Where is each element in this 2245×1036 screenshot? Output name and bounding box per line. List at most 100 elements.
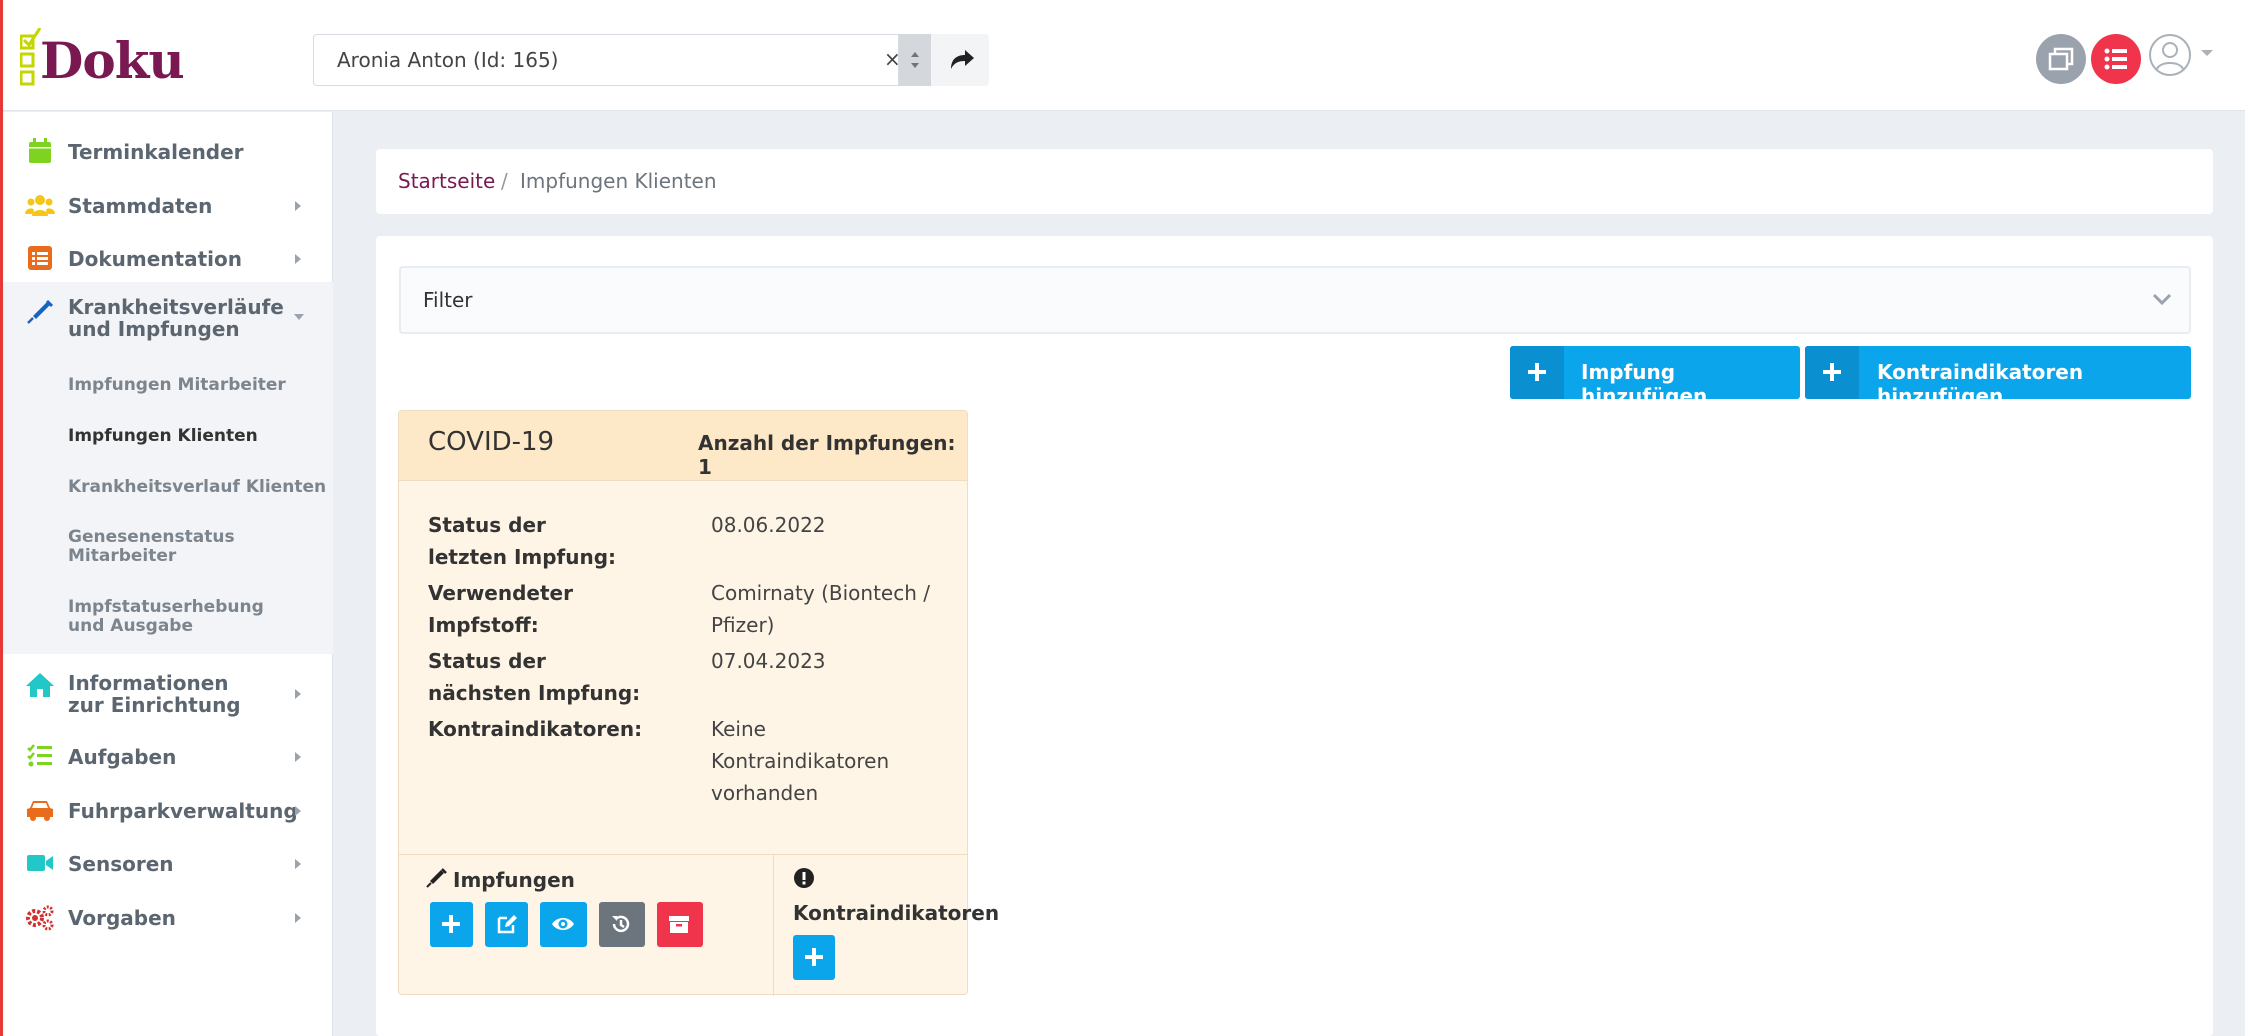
- task-list-button[interactable]: [2091, 34, 2141, 84]
- sidebar-subitem-impfstatuserhebung[interactable]: Impfstatuserhebung und Ausgabe: [68, 598, 288, 636]
- caret-down-icon: [294, 314, 304, 320]
- last-vaccination-label: Status der letzten Impfung:: [428, 513, 617, 569]
- plus-icon: [442, 915, 460, 933]
- history-button[interactable]: [599, 902, 645, 947]
- filter-label: Filter: [423, 288, 473, 312]
- breadcrumb-home-link[interactable]: Startseite: [398, 169, 495, 193]
- sidebar-item-label: Fuhrparkverwaltung: [68, 799, 298, 823]
- last-vaccination-value: 08.06.2022: [711, 513, 826, 537]
- sidebar-subitem-genesenenstatus[interactable]: Genesenenstatus Mitarbeiter: [68, 528, 268, 566]
- tasks-icon: [27, 744, 52, 767]
- edit-vaccination-button[interactable]: [485, 902, 528, 947]
- next-vaccination-label: Status der nächsten Impfung:: [428, 649, 641, 705]
- sidebar-item-aufgaben[interactable]: Aufgaben: [3, 742, 333, 772]
- client-select[interactable]: Aronia Anton (Id: 165) ×: [313, 34, 901, 86]
- archive-button[interactable]: [657, 902, 703, 947]
- exclamation-circle-icon: [794, 868, 814, 888]
- checklist-logo-icon: [20, 28, 42, 86]
- caret-right-icon: [295, 913, 301, 923]
- sidebar-item-label: Sensoren: [68, 852, 174, 876]
- syringe-icon: [426, 868, 447, 888]
- users-icon: [25, 195, 55, 216]
- select-spinner-icon[interactable]: [899, 34, 931, 86]
- caret-right-icon: [295, 254, 301, 264]
- filter-accordion[interactable]: Filter: [399, 266, 2191, 334]
- next-vaccination-value: 07.04.2023: [711, 649, 826, 673]
- app-logo[interactable]: Doku: [20, 24, 185, 90]
- windows-button[interactable]: [2036, 34, 2086, 84]
- add-vaccination-button[interactable]: Impfung hinzufügen: [1510, 346, 1800, 408]
- archive-icon: [669, 916, 689, 933]
- sidebar-item-krankheitsverlaeufe[interactable]: Krankheitsverläufe und Impfungen: [3, 282, 333, 350]
- kontraindikatoren-footer-label: Kontraindikatoren: [793, 901, 1000, 925]
- contraindications-value: Keine Kontraindikatoren vorhanden: [711, 717, 890, 805]
- add-vaccination-label: Impfung hinzufügen: [1581, 360, 1708, 408]
- logo-text: Doku: [40, 31, 185, 90]
- top-bar: Doku Aronia Anton (Id: 165) ×: [0, 0, 2245, 111]
- sidebar-subitem-impfungen-klienten[interactable]: Impfungen Klienten: [68, 427, 258, 446]
- add-contraindications-button[interactable]: Kontraindikatoren hinzufügen: [1805, 346, 2191, 408]
- caret-right-icon: [295, 859, 301, 869]
- sidebar-item-label: Dokumentation: [68, 247, 242, 271]
- impfungen-footer-label: Impfungen: [453, 868, 575, 892]
- user-avatar-icon[interactable]: [2148, 33, 2192, 77]
- vaccine-label: Verwendeter Impfstoff:: [428, 581, 573, 637]
- client-select-value: Aronia Anton (Id: 165): [337, 48, 559, 72]
- add-contraindication-entry-button[interactable]: [793, 935, 835, 980]
- sidebar-item-label: Aufgaben: [68, 745, 177, 769]
- sidebar-item-label: Terminkalender: [68, 140, 244, 164]
- car-icon: [27, 801, 53, 821]
- card-title: COVID-19: [428, 427, 555, 457]
- vaccination-card: COVID-19 Anzahl der Impfungen: 1 Status …: [398, 410, 999, 996]
- contraindications-label: Kontraindikatoren:: [428, 717, 643, 741]
- breadcrumb-separator: /: [501, 169, 508, 193]
- plus-icon: [1805, 346, 1859, 399]
- list-icon: [2104, 48, 2127, 70]
- sidebar: Terminkalender Stammdaten Dokumentation …: [3, 112, 333, 1036]
- edit-icon: [497, 915, 517, 934]
- sidebar-item-terminkalender[interactable]: Terminkalender: [3, 137, 333, 167]
- sidebar-subitem-krankheitsverlauf-klienten[interactable]: Krankheitsverlauf Klienten: [68, 478, 326, 497]
- window-edge-accent: [0, 0, 3, 1036]
- sidebar-item-label: Informationen zur Einrichtung: [68, 671, 241, 717]
- breadcrumb: Startseite / Impfungen Klienten: [376, 149, 2213, 214]
- sidebar-item-sensoren[interactable]: Sensoren: [3, 849, 333, 879]
- chevron-down-icon[interactable]: [2152, 292, 2172, 306]
- share-button[interactable]: [931, 34, 989, 86]
- list-alt-icon: [28, 246, 52, 270]
- windows-icon: [2048, 47, 2074, 71]
- caret-right-icon: [295, 201, 301, 211]
- video-icon: [27, 855, 53, 871]
- cogs-icon: [26, 905, 54, 931]
- caret-right-icon: [295, 806, 301, 816]
- vaccine-value: Comirnaty (Biontech / Pfizer): [711, 581, 930, 637]
- vaccination-count: Anzahl der Impfungen: 1: [698, 431, 956, 479]
- caret-right-icon: [295, 752, 301, 762]
- footer-divider: [773, 855, 774, 996]
- chevron-down-icon[interactable]: [2200, 48, 2214, 58]
- eye-icon: [552, 918, 574, 930]
- card-header: COVID-19 Anzahl der Impfungen: 1: [399, 411, 967, 481]
- add-vaccination-entry-button[interactable]: [430, 902, 473, 947]
- sidebar-item-label: Vorgaben: [68, 906, 176, 930]
- history-icon: [612, 915, 630, 933]
- plus-icon: [805, 948, 823, 966]
- view-vaccination-button[interactable]: [540, 902, 587, 947]
- caret-right-icon: [295, 689, 301, 699]
- sidebar-subitem-impfungen-mitarbeiter[interactable]: Impfungen Mitarbeiter: [68, 376, 286, 395]
- sidebar-item-label: Krankheitsverläufe und Impfungen: [68, 295, 284, 341]
- calendar-icon: [29, 138, 51, 163]
- sidebar-item-dokumentation[interactable]: Dokumentation: [3, 244, 333, 274]
- sidebar-item-vorgaben[interactable]: Vorgaben: [3, 903, 333, 933]
- sidebar-item-label: Stammdaten: [68, 194, 213, 218]
- add-contraindications-label: Kontraindikatoren hinzufügen: [1877, 360, 2084, 408]
- sidebar-item-stammdaten[interactable]: Stammdaten: [3, 191, 333, 221]
- share-icon: [951, 50, 974, 69]
- syringe-icon: [27, 299, 54, 324]
- breadcrumb-current: Impfungen Klienten: [520, 169, 717, 193]
- home-icon: [26, 673, 54, 697]
- card-footer: Impfungen Kontraindikatoren: [399, 854, 999, 996]
- sidebar-item-fuhrparkverwaltung[interactable]: Fuhrparkverwaltung: [3, 796, 333, 826]
- sidebar-item-informationen[interactable]: Informationen zur Einrichtung: [3, 668, 333, 718]
- plus-icon: [1510, 346, 1564, 399]
